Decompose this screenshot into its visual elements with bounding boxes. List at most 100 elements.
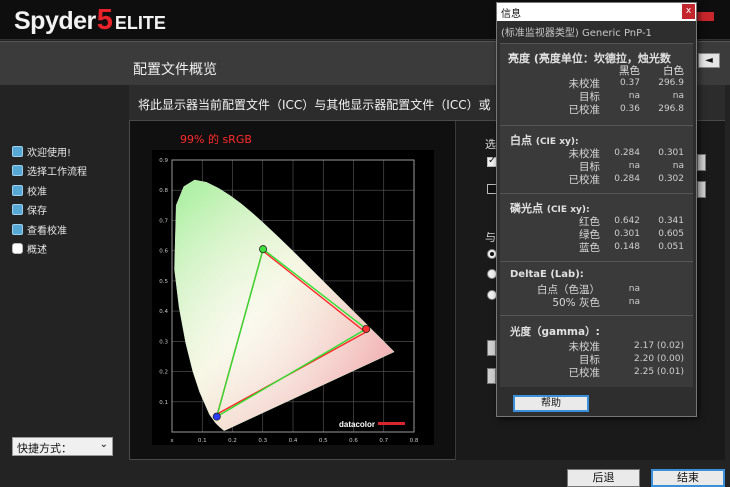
- cie-chromaticity-chart: x 0.1 0.2 0.3 0.4 0.5 0.6 0.7 0.8 0.1 0.2 0.3 0.4 0.5…: [152, 150, 434, 445]
- white-point-section: 白点 (CIE xy): 未校准 0.284 0.301 目标 na na 已校…: [500, 125, 693, 193]
- gamut-coverage-label: 99% 的 sRGB: [180, 133, 252, 146]
- gamma-value: 2.25 (0.01): [634, 367, 684, 377]
- luminance-white-value: na: [672, 91, 684, 101]
- primary-point: [259, 245, 268, 254]
- compare-control-stub-2[interactable]: [487, 368, 496, 384]
- black-column-header: 黑色: [619, 65, 640, 77]
- x-tick-label: 0.5: [319, 438, 328, 444]
- phosphor-row-label: 蓝色: [579, 242, 600, 254]
- chevron-down-icon: ⌄: [99, 439, 108, 450]
- delta-e-value: na: [628, 297, 640, 307]
- x-tick-label: 0.1: [198, 438, 207, 444]
- shortcut-label: 快捷方式：: [17, 442, 72, 455]
- y-tick-label: 0.6: [159, 249, 168, 255]
- scroll-stub-1[interactable]: [697, 154, 706, 171]
- step-status-icon: [12, 184, 23, 196]
- phosphor-x-value: 0.301: [614, 229, 640, 239]
- help-button[interactable]: 帮助: [513, 395, 589, 412]
- y-tick-label: 0.2: [159, 370, 168, 376]
- spyder-logo: Spyder5 ELITE: [14, 4, 166, 36]
- close-button[interactable]: x: [682, 4, 695, 19]
- panel-caption-text: 将此显示器当前配置文件（ICC）与其他显示器配置文件（ICC）或: [138, 98, 491, 112]
- phosphor-y-value: 0.341: [658, 216, 684, 226]
- info-dialog-titlebar[interactable]: 信息 x: [497, 3, 696, 21]
- phosphor-y-value: 0.605: [658, 229, 684, 239]
- step-label: 选择工作流程: [27, 167, 87, 179]
- luminance-black-value: na: [628, 91, 640, 101]
- step-status-icon: [12, 146, 23, 157]
- step-label: 校准: [27, 186, 47, 198]
- gamma-section: 光度（gamma）: 未校准 2.17 (0.02) 目标 2.20 (0.00…: [500, 315, 693, 387]
- step-status-icon: [12, 165, 23, 177]
- workflow-steps: 欢迎使用! 选择工作流程 校准 保存 查看校准 概述: [12, 143, 124, 259]
- x-tick-label: 0.6: [349, 438, 358, 444]
- y-tick-label: 0.9: [159, 158, 168, 164]
- expand-panel-button[interactable]: ◄: [698, 53, 720, 68]
- step-label: 概述: [27, 244, 47, 256]
- phosphors-title-text: 磷光点: [510, 202, 543, 215]
- delta-e-row-label: 50% 灰色: [552, 297, 600, 309]
- options-label: 选: [485, 138, 496, 151]
- white-point-title-text: 白点: [510, 134, 532, 147]
- luminance-row-label: 已校准: [568, 104, 601, 116]
- cie-chart-svg: x 0.1 0.2 0.3 0.4 0.5 0.6 0.7 0.80.10.20.30.40.5…: [152, 150, 434, 445]
- gamma-value: 2.20 (0.00): [634, 354, 684, 364]
- back-button[interactable]: 后退: [567, 469, 640, 487]
- step-label: 欢迎使用!: [27, 148, 72, 159]
- luminance-black-value: 0.37: [619, 78, 640, 88]
- y-tick-label: 0.7: [159, 218, 168, 224]
- x-tick-label: 0.7: [379, 438, 388, 444]
- phosphor-y-value: 0.051: [658, 242, 684, 252]
- y-tick-label: 0.1: [159, 400, 168, 406]
- delta-e-title: DeltaE (Lab):: [510, 269, 584, 280]
- close-icon: x: [685, 6, 692, 16]
- step-review[interactable]: 查看校准: [12, 221, 124, 240]
- compare-control-stub-1[interactable]: [487, 340, 496, 356]
- y-tick-label: 0.5: [159, 279, 168, 285]
- white-point-x-value: na: [628, 161, 640, 171]
- shortcut-select[interactable]: 快捷方式： ⌄: [12, 437, 113, 456]
- arrow-left-icon: ◄: [705, 55, 713, 66]
- white-column-header: 白色: [663, 65, 684, 77]
- logo-version: 5: [96, 4, 113, 36]
- white-point-x-value: 0.284: [614, 174, 640, 184]
- primary-point: [362, 324, 371, 333]
- luminance-white-value: 296.9: [658, 78, 684, 88]
- gamma-value: 2.17 (0.02): [634, 341, 684, 351]
- x-tick-label: 0.2: [228, 438, 237, 444]
- primary-point: [212, 412, 221, 421]
- step-overview[interactable]: 概述: [12, 240, 124, 259]
- datacolor-watermark-bar: [378, 422, 405, 425]
- y-tick-label: 0.3: [159, 339, 168, 345]
- white-point-y-value: 0.301: [658, 148, 684, 158]
- phosphor-x-value: 0.642: [614, 216, 640, 226]
- info-dialog-title: 信息: [501, 9, 521, 20]
- gamma-row-label: 已校准: [568, 367, 601, 379]
- step-select-workflow[interactable]: 选择工作流程: [12, 162, 124, 181]
- logo-edition: ELITE: [114, 13, 166, 33]
- step-status-icon: [12, 204, 23, 216]
- luminance-white-value: 296.8: [658, 104, 684, 114]
- step-welcome[interactable]: 欢迎使用!: [12, 143, 124, 162]
- luminance-section: 亮度 (亮度单位：坎德拉，烛光数 黑色 白色 未校准 0.37 296.9 目标…: [500, 43, 693, 125]
- page-title: 配置文件概览: [133, 62, 217, 78]
- white-point-y-value: 0.302: [658, 174, 684, 184]
- step-save[interactable]: 保存: [12, 201, 124, 220]
- gamma-title: 光度（gamma）:: [510, 326, 600, 338]
- x-tick-label: 0.8: [410, 438, 419, 444]
- scroll-stub-2[interactable]: [697, 181, 706, 198]
- step-label: 查看校准: [27, 225, 67, 237]
- y-tick-label: 0.8: [159, 188, 168, 194]
- step-label: 保存: [27, 206, 47, 218]
- compare-label: 与: [485, 231, 496, 244]
- delta-e-value: na: [628, 284, 640, 294]
- x-tick-label: 0.4: [289, 438, 298, 444]
- monitor-profile-name: (标准监视器类型) Generic PnP-1: [501, 28, 652, 39]
- spyder-app-window: Spyder5 ELITE 配置文件概览 ◄ 欢迎使用! 选择工作流程 校准 保存…: [0, 0, 730, 487]
- step-calibrate[interactable]: 校准: [12, 182, 124, 201]
- finish-button[interactable]: 结束: [651, 469, 725, 487]
- step-status-icon: [12, 223, 23, 235]
- luminance-black-value: 0.36: [619, 104, 640, 114]
- phosphor-x-value: 0.148: [614, 242, 640, 252]
- datacolor-watermark-text: datacolor: [339, 420, 375, 429]
